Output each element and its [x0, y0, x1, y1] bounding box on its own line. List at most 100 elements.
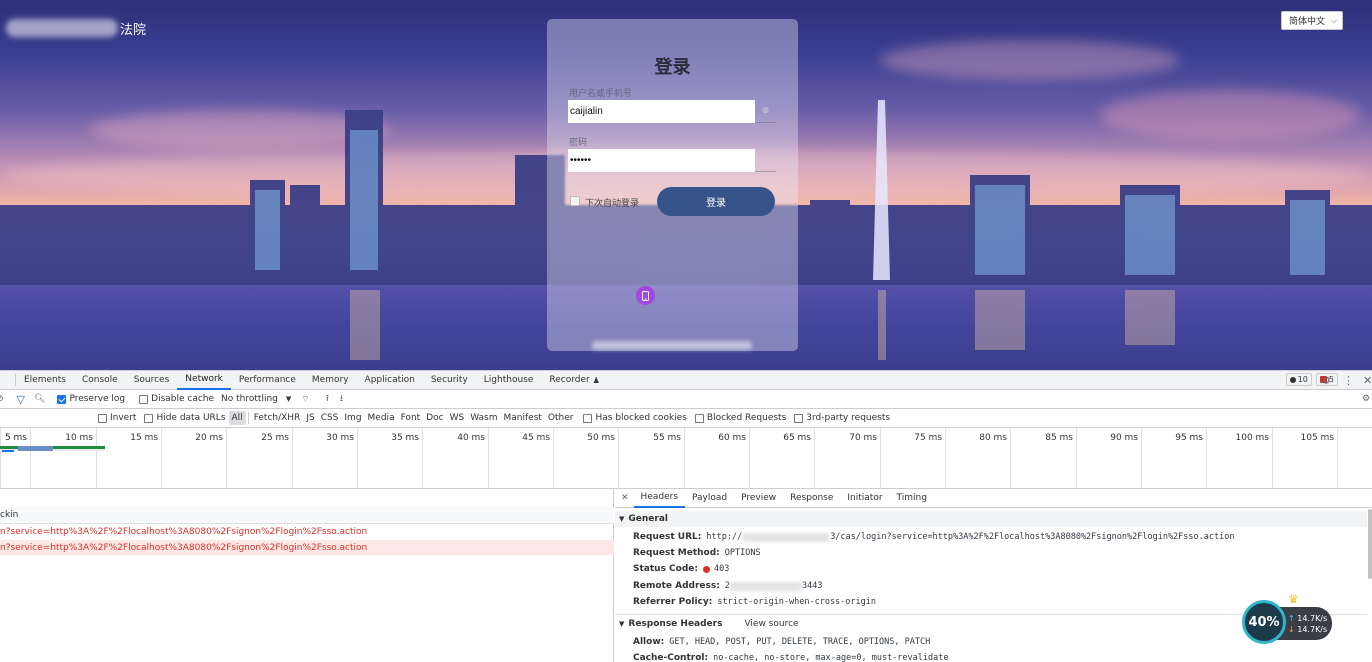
third-party-toggle[interactable]: 3rd-party requests [794, 413, 890, 423]
import-har-icon[interactable]: ⭱ [326, 391, 329, 407]
referrer-policy-label: Referrer Policy: [633, 597, 713, 607]
tab-console[interactable]: Console [74, 371, 126, 390]
dropdown-arrow-icon: ▼ [285, 395, 292, 403]
request-method-label: Request Method: [633, 548, 720, 558]
blocked-requests-toggle[interactable]: Blocked Requests [694, 413, 787, 423]
username-clear-icon[interactable]: ⊗ [755, 100, 776, 123]
disable-cache-toggle[interactable]: Disable cache [139, 394, 214, 404]
remote-address-suffix: 3443 [801, 581, 823, 591]
tab-network[interactable]: Network [177, 371, 231, 390]
password-input[interactable]: •••••• [568, 149, 755, 172]
throttling-select[interactable]: No throttling ▼ [221, 394, 291, 404]
disable-cache-label: Disable cache [151, 394, 215, 404]
invert-checkbox[interactable] [98, 413, 107, 423]
preserve-log-toggle[interactable]: Preserve log [57, 394, 125, 404]
search-icon[interactable]: 🔍︎ [34, 394, 45, 404]
more-options-icon[interactable]: ⋮ [1343, 371, 1354, 390]
screen: 法院 简体中文 ⌵ 登录 用户名或手机号 caijialin ⊗ 密码 ••••… [0, 0, 1372, 662]
network-conditions-icon[interactable]: ⌔ [301, 394, 309, 405]
login-title: 登录 [654, 57, 691, 78]
referrer-policy-value: strict-origin-when-cross-origin [717, 597, 876, 607]
gear-icon[interactable]: ⚙ [1321, 371, 1331, 390]
tab-performance[interactable]: Performance [231, 371, 304, 390]
clear-icon[interactable]: ⊘ [0, 394, 4, 404]
view-source-link[interactable]: View source [744, 619, 798, 629]
disable-cache-checkbox[interactable] [139, 394, 149, 404]
throttling-value: No throttling [221, 394, 278, 404]
request-url-value: 3/cas/login?service=http%3A%2F%2Flocalho… [830, 532, 1235, 542]
status-code-value: 403 [714, 564, 730, 574]
blocked-cookies-label: Has blocked cookies [595, 413, 687, 423]
status-code-label: Status Code: [633, 564, 698, 574]
device-toolbar-toggle[interactable] [0, 374, 16, 386]
tab-initiator[interactable]: Initiator [840, 489, 889, 508]
timeline-tick: 20 ms [161, 428, 226, 489]
tab-lighthouse[interactable]: Lighthouse [476, 371, 542, 390]
filter-other[interactable]: Other [545, 411, 577, 425]
close-icon[interactable]: ✕ [1363, 371, 1372, 390]
tab-memory[interactable]: Memory [304, 371, 357, 390]
general-section-title: General [628, 514, 668, 524]
blocked-requests-label: Blocked Requests [706, 413, 787, 423]
tab-security[interactable]: Security [423, 371, 476, 390]
general-section-header[interactable]: ▼ General [615, 511, 1367, 527]
name-column-header[interactable]: ckin [0, 510, 18, 520]
tab-payload[interactable]: Payload [685, 489, 734, 508]
mobile-phone-icon[interactable] [636, 286, 655, 305]
network-settings-icon[interactable]: ⚙ [1362, 394, 1370, 404]
blocked-requests-checkbox[interactable] [694, 413, 704, 423]
filter-media[interactable]: Media [365, 411, 398, 425]
filter-font[interactable]: Font [398, 411, 424, 425]
close-icon[interactable]: ✕ [615, 493, 634, 503]
blocked-cookies-checkbox[interactable] [583, 413, 593, 423]
filter-manifest[interactable]: Manifest [501, 411, 545, 425]
request-row-selected[interactable]: n?service=http%3A%2F%2Flocalhost%3A8080%… [0, 540, 614, 555]
tab-sources[interactable]: Sources [126, 371, 178, 390]
tab-preview[interactable]: Preview [734, 489, 783, 508]
timeline-bar-blue [2, 450, 14, 452]
arrow-down-icon: ↓ [1288, 624, 1295, 634]
tab-response[interactable]: Response [783, 489, 840, 508]
filter-all[interactable]: All [228, 411, 246, 425]
hide-data-urls-toggle[interactable]: Hide data URLs [144, 413, 226, 423]
password-label: 密码 [569, 138, 588, 148]
request-list-header: ckin [0, 507, 614, 524]
triangle-down-icon: ▼ [619, 515, 625, 523]
filter-js[interactable]: JS [303, 411, 317, 425]
hide-data-urls-checkbox[interactable] [144, 413, 154, 423]
request-row[interactable]: n?service=http%3A%2F%2Flocalhost%3A8080%… [0, 524, 614, 539]
tab-timing[interactable]: Timing [890, 489, 934, 508]
allow-value: GET, HEAD, POST, PUT, DELETE, TRACE, OPT… [669, 637, 931, 647]
details-scrollbar[interactable] [1368, 509, 1372, 579]
remote-address-row: Remote Address: 2 3443 [633, 579, 822, 593]
remember-me-checkbox[interactable] [570, 196, 580, 206]
third-party-checkbox[interactable] [794, 413, 804, 423]
filter-icon[interactable]: ▽ [17, 393, 25, 406]
network-speed-widget[interactable]: ♛ 40% ↑ 14.7K/s ↓ 14.7K/s [1242, 592, 1334, 644]
messages-badge[interactable]: 10 [1285, 373, 1312, 386]
filter-fetch-xhr[interactable]: Fetch/XHR [251, 411, 304, 425]
login-button[interactable]: 登录 [657, 187, 775, 216]
request-url-row: Request URL: http:// 3/cas/login?service… [633, 530, 1234, 544]
tab-application[interactable]: Application [357, 371, 423, 390]
tab-elements[interactable]: Elements [16, 371, 74, 390]
brand-text: 法院 [120, 22, 147, 38]
language-select[interactable]: 简体中文 ⌵ [1281, 11, 1343, 30]
filter-img[interactable]: Img [341, 411, 364, 425]
export-har-icon[interactable]: ⭳ [340, 391, 343, 407]
allow-header-row: Allow: GET, HEAD, POST, PUT, DELETE, TRA… [633, 635, 930, 649]
filter-css[interactable]: CSS [318, 411, 342, 425]
blocked-cookies-toggle[interactable]: Has blocked cookies [583, 413, 687, 423]
username-input[interactable]: caijialin [568, 100, 755, 123]
response-headers-title: Response Headers [628, 619, 723, 629]
filter-ws[interactable]: WS [447, 411, 468, 425]
request-method-value: OPTIONS [724, 548, 761, 558]
tab-headers[interactable]: Headers [633, 489, 686, 508]
tab-recorder[interactable]: Recorder ♟ [541, 371, 607, 390]
network-overview-timeline[interactable]: 5 ms 10 ms 15 ms 20 ms 25 ms 30 ms 35 ms… [0, 428, 1372, 489]
invert-toggle[interactable]: Invert [98, 413, 136, 423]
preserve-log-checkbox[interactable] [57, 394, 67, 404]
resource-type-filters: All Fetch/XHR JS CSS Img Media Font Doc … [228, 411, 577, 425]
filter-doc[interactable]: Doc [423, 411, 446, 425]
filter-wasm[interactable]: Wasm [467, 411, 500, 425]
